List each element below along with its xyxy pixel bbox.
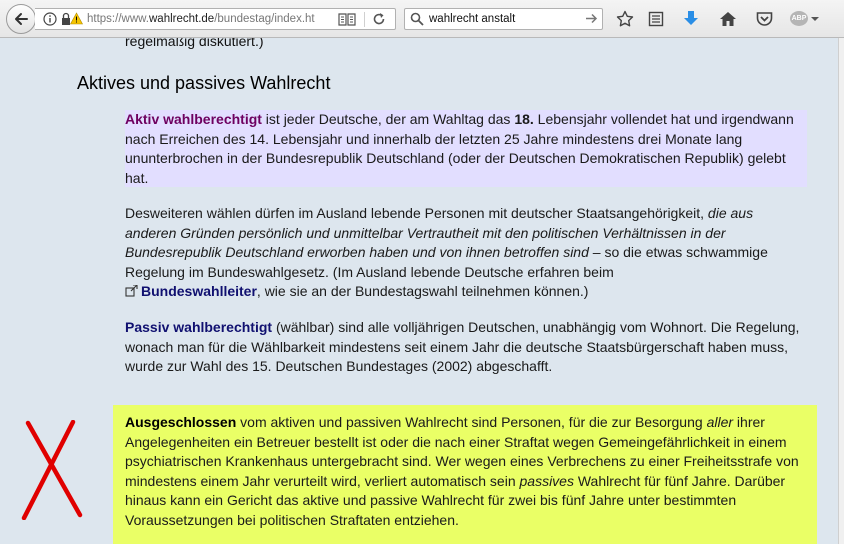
- back-arrow-icon: [15, 13, 28, 25]
- url-text[interactable]: https://www.wahlrecht.de/bundestag/index…: [87, 13, 331, 25]
- search-go-arrow-icon[interactable]: [585, 12, 598, 25]
- ausgeschlossen-italic-aller: aller: [706, 414, 734, 430]
- info-icon[interactable]: [43, 12, 57, 26]
- ausgeschlossen-paragraph: Ausgeschlossen vom aktiven und passiven …: [113, 405, 817, 544]
- home-icon[interactable]: [718, 9, 738, 29]
- browser-toolbar: https://www.wahlrecht.de/bundestag/index…: [0, 0, 844, 38]
- bookmark-star-icon[interactable]: [615, 9, 635, 29]
- reader-view-icon[interactable]: [338, 12, 356, 27]
- aktiv-age: 18.: [514, 111, 534, 127]
- address-bar[interactable]: https://www.wahlrecht.de/bundestag/index…: [35, 8, 396, 30]
- bookmarks-list-icon[interactable]: [646, 9, 666, 29]
- adblock-menu-dropdown-icon[interactable]: [811, 17, 819, 21]
- search-icon: [410, 12, 424, 26]
- search-bar[interactable]: wahlrecht anstalt: [404, 8, 603, 30]
- pocket-icon[interactable]: [754, 9, 774, 29]
- url-separator: [364, 12, 365, 27]
- passiv-paragraph: Passiv wahlberechtigt (wählbar) sind all…: [125, 318, 807, 377]
- aktiv-text-1: ist jeder Deutsche, der am Wahltag das: [261, 111, 515, 127]
- scrollbar[interactable]: [838, 38, 844, 544]
- ausland-paragraph: Desweiteren wählen dürfen im Ausland leb…: [125, 204, 807, 302]
- aktiv-paragraph: Aktiv wahlberechtigt ist jeder Deutsche,…: [125, 110, 807, 187]
- url-path: /bundestag/index.ht: [214, 13, 315, 25]
- ausgeschlossen-term: Ausgeschlossen: [125, 414, 237, 430]
- aktiv-term: Aktiv wahlberechtigt: [125, 111, 262, 127]
- passiv-term: Passiv wahlberechtigt: [125, 319, 273, 335]
- external-link-icon: [125, 284, 138, 297]
- bundeswahlleiter-link[interactable]: Bundeswahlleiter: [141, 283, 257, 299]
- ausgeschlossen-text-1: vom aktiven und passiven Wahlrecht sind …: [236, 414, 707, 430]
- previous-paragraph-fragment: regelmäßig diskutiert.): [125, 38, 264, 49]
- ausland-text-4: , wie sie an der Bundestagswahl teilnehm…: [256, 283, 589, 300]
- reload-icon[interactable]: [372, 12, 386, 26]
- downloads-icon[interactable]: [681, 9, 701, 29]
- adblock-plus-icon[interactable]: ABP: [790, 11, 808, 26]
- warning-icon: [70, 12, 83, 25]
- page-content: regelmäßig diskutiert.) Aktives und pass…: [0, 38, 838, 544]
- ausgeschlossen-italic-passives: passives: [519, 472, 574, 489]
- url-prefix: https://www.: [87, 13, 149, 25]
- back-button[interactable]: [6, 4, 36, 34]
- red-x-annotation-icon: [21, 420, 83, 520]
- url-domain: wahlrecht.de: [149, 13, 215, 25]
- section-heading: Aktives und passives Wahlrecht: [77, 73, 331, 93]
- search-input[interactable]: wahlrecht anstalt: [429, 13, 515, 25]
- ausland-text-1: Desweiteren wählen dürfen im Ausland leb…: [125, 205, 708, 221]
